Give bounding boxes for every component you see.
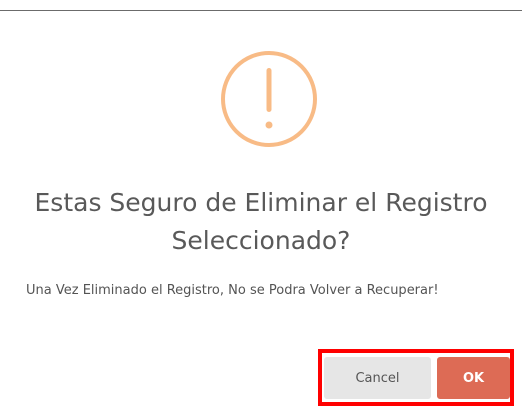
confirm-delete-dialog: Estas Seguro de Eliminar el Registro Sel… <box>0 0 522 416</box>
warning-exclamation-icon <box>221 51 317 147</box>
dialog-message: Una Vez Eliminado el Registro, No se Pod… <box>26 283 439 298</box>
ok-button[interactable]: OK <box>437 357 510 399</box>
top-divider <box>0 10 522 11</box>
cancel-button[interactable]: Cancel <box>324 357 431 399</box>
dialog-title: Estas Seguro de Eliminar el Registro Sel… <box>34 188 488 255</box>
